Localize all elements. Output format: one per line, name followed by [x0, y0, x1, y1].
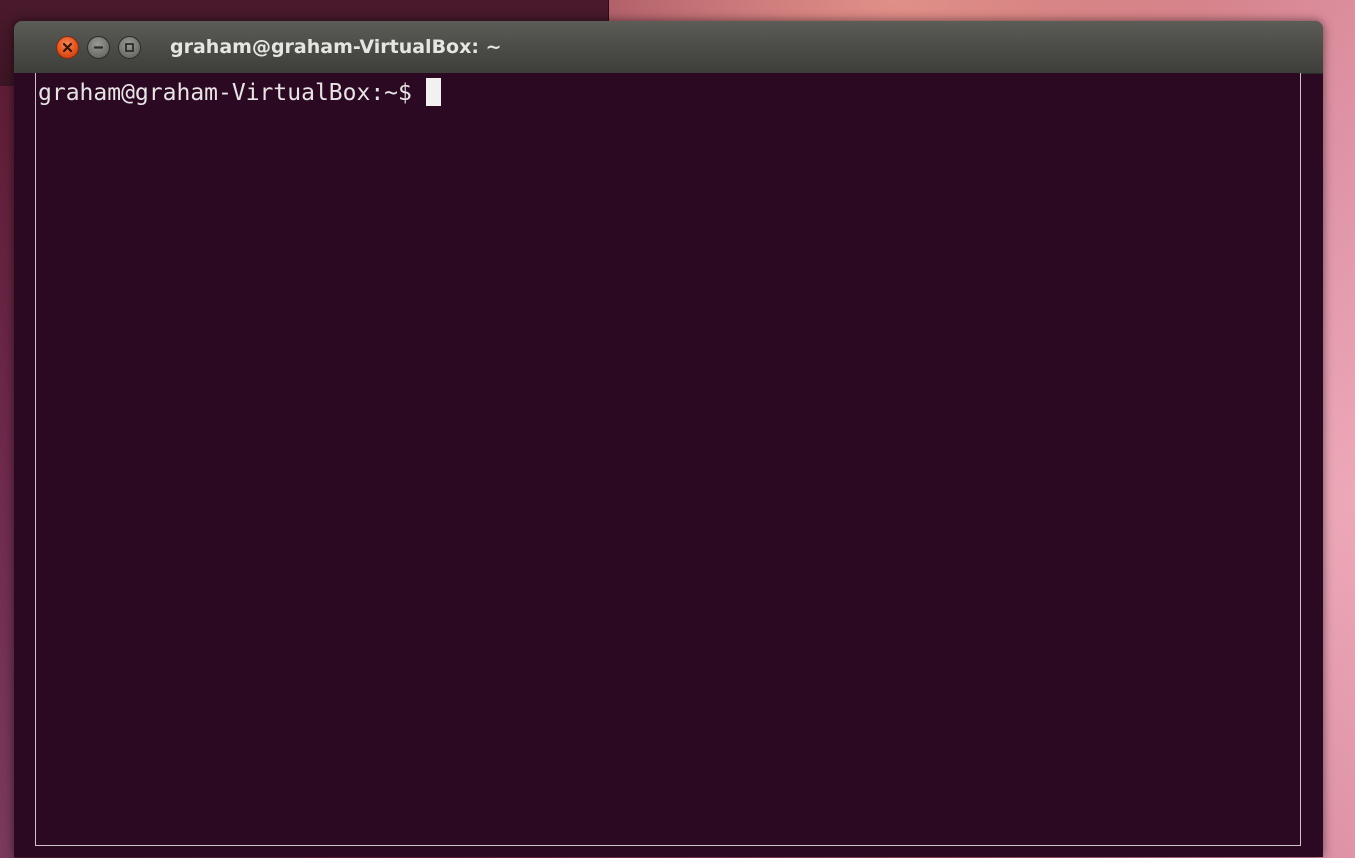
window-titlebar[interactable]: graham@graham-VirtualBox: ~ [14, 21, 1323, 74]
terminal-window[interactable]: graham@graham-VirtualBox: ~ graham@graha… [14, 21, 1323, 857]
desktop-background [0, 86, 14, 858]
shell-prompt: graham@graham-VirtualBox:~$ [38, 80, 412, 106]
maximize-button[interactable] [118, 36, 141, 59]
window-title: graham@graham-VirtualBox: ~ [170, 36, 502, 58]
maximize-icon [125, 43, 134, 52]
close-button[interactable] [56, 36, 79, 59]
background-panel-caption: ˇ [150, 0, 158, 9]
prompt-line[interactable]: graham@graham-VirtualBox:~$ [38, 77, 441, 109]
close-icon [62, 42, 73, 53]
minimize-icon [93, 46, 104, 49]
terminal-area[interactable]: graham@graham-VirtualBox:~$ [35, 73, 1301, 846]
text-cursor [425, 78, 441, 106]
minimize-button[interactable] [87, 36, 110, 59]
terminal-margin [14, 73, 35, 857]
